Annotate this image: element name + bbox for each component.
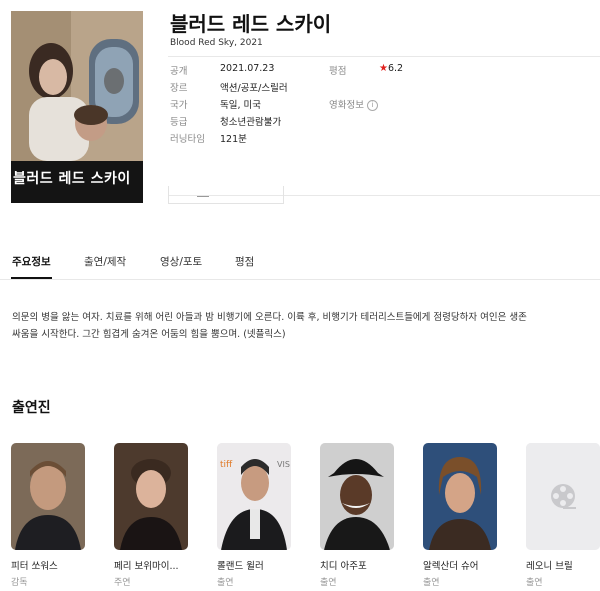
- country-value: 독일, 미국: [220, 100, 261, 111]
- cast-photo-placeholder: [526, 443, 600, 550]
- star-icon: ★: [379, 63, 388, 74]
- cast-role: 출연: [526, 578, 543, 588]
- cast-role: 출연: [217, 578, 234, 588]
- genre-label: 장르: [170, 83, 188, 94]
- movie-subtitle: Blood Red Sky, 2021: [170, 38, 263, 48]
- cast-name: 페리 보위마이...: [114, 561, 179, 572]
- cast-photo: [320, 443, 394, 550]
- cast-name: 롤랜드 윌러: [217, 561, 264, 572]
- grade-value: 청소년관람불가: [220, 117, 282, 128]
- cast-card[interactable]: 레오니 브릴 출연: [526, 443, 600, 588]
- movie-poster[interactable]: 블러드 레드 스카이: [11, 11, 143, 203]
- country-label: 국가: [170, 100, 188, 111]
- cast-name: 치디 아주포: [320, 561, 367, 572]
- poster-title: 블러드 레드 스카이: [13, 171, 131, 187]
- cast-card[interactable]: 피터 쏘워스 감독: [11, 443, 85, 588]
- cast-role: 출연: [423, 578, 440, 588]
- tab-rating[interactable]: 평점: [235, 254, 254, 269]
- cast-photo: [114, 443, 188, 550]
- synopsis: 의문의 병을 앓는 여자. 치료를 위해 어린 아들과 밤 비행기에 오른다. …: [12, 312, 527, 340]
- cast-role: 주연: [114, 578, 131, 588]
- movie-info-label: 영화정보: [329, 100, 364, 111]
- runtime-label: 러닝타임: [170, 134, 205, 145]
- cast-name: 피터 쏘워스: [11, 561, 58, 572]
- cast-photo: [11, 443, 85, 550]
- runtime-value: 121분: [220, 134, 247, 145]
- cast-photo: tiff VIS: [217, 443, 291, 550]
- svg-text:VIS: VIS: [277, 460, 290, 469]
- action-box[interactable]: [168, 186, 284, 204]
- tab-main-info[interactable]: 주요정보: [12, 254, 51, 269]
- tabs-divider: [0, 279, 600, 280]
- movie-info-link[interactable]: 영화정보 i: [329, 97, 378, 111]
- cast-photo: [423, 443, 497, 550]
- rating-label: 평점: [329, 66, 347, 77]
- cast-name: 알렉산더 슈어: [423, 561, 479, 572]
- grade-label: 등급: [170, 117, 188, 128]
- info-divider-top: [168, 56, 600, 57]
- cast-card[interactable]: 알렉산더 슈어 출연: [423, 443, 497, 588]
- cast-card[interactable]: 페리 보위마이... 주연: [114, 443, 188, 588]
- movie-title: 블러드 레드 스카이: [170, 12, 332, 36]
- cast-card[interactable]: 치디 아주포 출연: [320, 443, 394, 588]
- cast-role: 출연: [320, 578, 337, 588]
- release-value: 2021.07.23: [220, 63, 275, 74]
- release-label: 공개: [170, 66, 188, 77]
- tab-video-photo[interactable]: 영상/포토: [160, 254, 202, 269]
- info-icon[interactable]: i: [366, 100, 378, 111]
- cast-name: 레오니 브릴: [526, 561, 573, 572]
- film-reel-icon: [526, 443, 600, 550]
- genre-value: 액션/공포/스릴러: [220, 83, 288, 94]
- cast-role: 감독: [11, 578, 28, 588]
- tab-cast-crew[interactable]: 출연/제작: [84, 254, 126, 269]
- rating-value: 6.2: [387, 63, 404, 74]
- action-box-dash: [197, 196, 209, 197]
- cast-card[interactable]: tiff VIS 롤랜드 윌러 출연: [217, 443, 291, 588]
- svg-text:tiff: tiff: [220, 460, 233, 470]
- rating-value-wrap: ★6.2: [379, 63, 403, 74]
- cast-section-title: 출연진: [12, 400, 51, 416]
